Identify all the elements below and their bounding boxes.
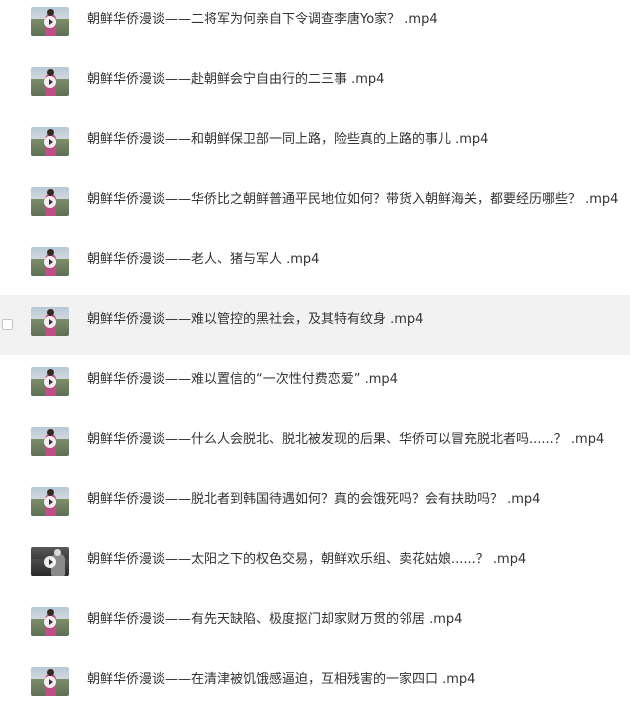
play-icon: [44, 315, 56, 328]
video-thumbnail[interactable]: [31, 247, 69, 276]
file-name[interactable]: 朝鲜华侨漫谈——难以管控的黑社会，及其特有纹身 .mp4: [87, 310, 423, 330]
file-name[interactable]: 朝鲜华侨漫谈——脱北者到韩国待遇如何？真的会饿死吗？会有扶助吗？ .mp4: [87, 490, 540, 510]
file-name[interactable]: 朝鲜华侨漫谈——什么人会脱北、脱北被发现的后果、华侨可以冒充脱北者吗......…: [87, 430, 604, 450]
file-name[interactable]: 朝鲜华侨漫谈——有先天缺陷、极度抠门却家财万贯的邻居 .mp4: [87, 610, 462, 630]
play-icon: [44, 675, 56, 688]
play-icon: [44, 495, 56, 508]
file-row[interactable]: 朝鲜华侨漫谈——老人、猪与军人 .mp4: [0, 235, 630, 295]
play-icon: [44, 555, 56, 568]
file-row[interactable]: 朝鲜华侨漫谈——脱北者到韩国待遇如何？真的会饿死吗？会有扶助吗？ .mp4: [0, 475, 630, 535]
video-thumbnail[interactable]: [31, 7, 69, 36]
video-thumbnail[interactable]: [31, 667, 69, 696]
file-row[interactable]: 朝鲜华侨漫谈——难以置信的“一次性付费恋爱” .mp4: [0, 355, 630, 415]
video-thumbnail[interactable]: [31, 127, 69, 156]
video-thumbnail[interactable]: [31, 547, 69, 576]
video-thumbnail[interactable]: [31, 67, 69, 96]
video-thumbnail[interactable]: [31, 367, 69, 396]
file-name[interactable]: 朝鲜华侨漫谈——赴朝鲜会宁自由行的二三事 .mp4: [87, 70, 384, 90]
file-row[interactable]: 朝鲜华侨漫谈——太阳之下的权色交易，朝鲜欢乐组、卖花姑娘......？ .mp4: [0, 535, 630, 595]
file-row[interactable]: 朝鲜华侨漫谈——有先天缺陷、极度抠门却家财万贯的邻居 .mp4: [0, 595, 630, 655]
video-thumbnail[interactable]: [31, 607, 69, 636]
play-icon: [44, 135, 56, 148]
play-icon: [44, 255, 56, 268]
video-thumbnail[interactable]: [31, 187, 69, 216]
play-icon: [44, 75, 56, 88]
file-name[interactable]: 朝鲜华侨漫谈——华侨比之朝鲜普通平民地位如何？带货入朝鲜海关，都要经历哪些？ .…: [87, 190, 618, 210]
file-name[interactable]: 朝鲜华侨漫谈——在清津被饥饿感逼迫，互相残害的一家四口 .mp4: [87, 670, 475, 690]
file-name[interactable]: 朝鲜华侨漫谈——难以置信的“一次性付费恋爱” .mp4: [87, 370, 398, 390]
file-name[interactable]: 朝鲜华侨漫谈——二将军为何亲自下令调查李唐Yo家？ .mp4: [87, 10, 438, 30]
play-icon: [44, 615, 56, 628]
video-thumbnail[interactable]: [31, 487, 69, 516]
file-row[interactable]: 朝鲜华侨漫谈——二将军为何亲自下令调查李唐Yo家？ .mp4: [0, 0, 630, 55]
file-row[interactable]: 朝鲜华侨漫谈——华侨比之朝鲜普通平民地位如何？带货入朝鲜海关，都要经历哪些？ .…: [0, 175, 630, 235]
file-row[interactable]: 朝鲜华侨漫谈——和朝鲜保卫部一同上路，险些真的上路的事儿 .mp4: [0, 115, 630, 175]
select-checkbox[interactable]: [2, 319, 13, 330]
play-icon: [44, 195, 56, 208]
file-row[interactable]: 朝鲜华侨漫谈——赴朝鲜会宁自由行的二三事 .mp4: [0, 55, 630, 115]
play-icon: [44, 15, 56, 28]
file-name[interactable]: 朝鲜华侨漫谈——太阳之下的权色交易，朝鲜欢乐组、卖花姑娘......？ .mp4: [87, 550, 526, 570]
file-list: 朝鲜华侨漫谈——二将军为何亲自下令调查李唐Yo家？ .mp4 朝鲜华侨漫谈——赴…: [0, 0, 630, 722]
play-icon: [44, 375, 56, 388]
video-thumbnail[interactable]: [31, 427, 69, 456]
file-row[interactable]: 朝鲜华侨漫谈——在清津被饥饿感逼迫，互相残害的一家四口 .mp4: [0, 655, 630, 715]
video-thumbnail[interactable]: [31, 307, 69, 336]
file-name[interactable]: 朝鲜华侨漫谈——老人、猪与军人 .mp4: [87, 250, 319, 270]
file-row[interactable]: 朝鲜华侨漫谈——难以管控的黑社会，及其特有纹身 .mp4: [0, 295, 630, 355]
play-icon: [44, 435, 56, 448]
file-name[interactable]: 朝鲜华侨漫谈——和朝鲜保卫部一同上路，险些真的上路的事儿 .mp4: [87, 130, 488, 150]
file-row[interactable]: 朝鲜华侨漫谈——什么人会脱北、脱北被发现的后果、华侨可以冒充脱北者吗......…: [0, 415, 630, 475]
